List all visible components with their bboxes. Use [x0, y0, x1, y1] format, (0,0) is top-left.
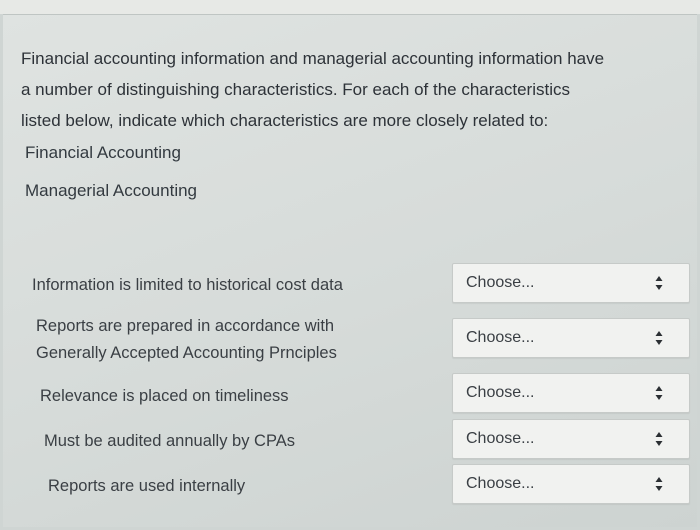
up-down-arrows-icon: [655, 431, 663, 447]
row-label-audited: Must be audited annually by CPAs: [44, 428, 295, 455]
row-label-line: Information is limited to historical cos…: [32, 276, 343, 294]
answer-select-audited[interactable]: Choose...: [452, 419, 690, 459]
instruction-line-3: listed below, indicate which characteris…: [21, 111, 549, 130]
row-label-gaap: Reports are prepared in accordance with …: [36, 313, 337, 367]
select-value: Choose...: [466, 430, 535, 447]
answer-select-gaap[interactable]: Choose...: [452, 318, 690, 358]
answer-select-historical-cost[interactable]: Choose...: [452, 263, 690, 303]
row-label-line: Reports are prepared in accordance with: [36, 317, 335, 335]
select-value: Choose...: [466, 384, 535, 401]
row-label-line: Generally Accepted Accounting Prnciples: [36, 344, 337, 362]
row-label-line: Reports are used internally: [48, 477, 246, 495]
answer-select-internal[interactable]: Choose...: [452, 464, 690, 504]
row-label-timeliness: Relevance is placed on timeliness: [40, 383, 289, 410]
question-instructions: Financial accounting information and man…: [21, 43, 681, 136]
instruction-line-2: a number of distinguishing characteristi…: [21, 80, 570, 99]
up-down-arrows-icon: [655, 385, 663, 401]
row-label-historical-cost: Information is limited to historical cos…: [32, 272, 343, 299]
question-panel: Financial accounting information and man…: [3, 14, 697, 527]
top-edge-strip: [0, 0, 700, 14]
choice-managerial-accounting: Managerial Accounting: [25, 181, 198, 200]
row-label-line: Must be audited annually by CPAs: [44, 432, 296, 450]
select-value: Choose...: [466, 475, 535, 492]
up-down-arrows-icon: [655, 275, 663, 291]
up-down-arrows-icon: [655, 476, 663, 492]
answer-select-timeliness[interactable]: Choose...: [452, 373, 690, 413]
select-value: Choose...: [466, 274, 535, 291]
instruction-line-1: Financial accounting information and man…: [21, 49, 605, 68]
row-label-line: Relevance is placed on timeliness: [40, 387, 289, 405]
choice-financial-accounting: Financial Accounting: [25, 143, 181, 162]
row-label-internal: Reports are used internally: [48, 473, 245, 500]
select-value: Choose...: [466, 329, 535, 346]
up-down-arrows-icon: [655, 330, 663, 346]
